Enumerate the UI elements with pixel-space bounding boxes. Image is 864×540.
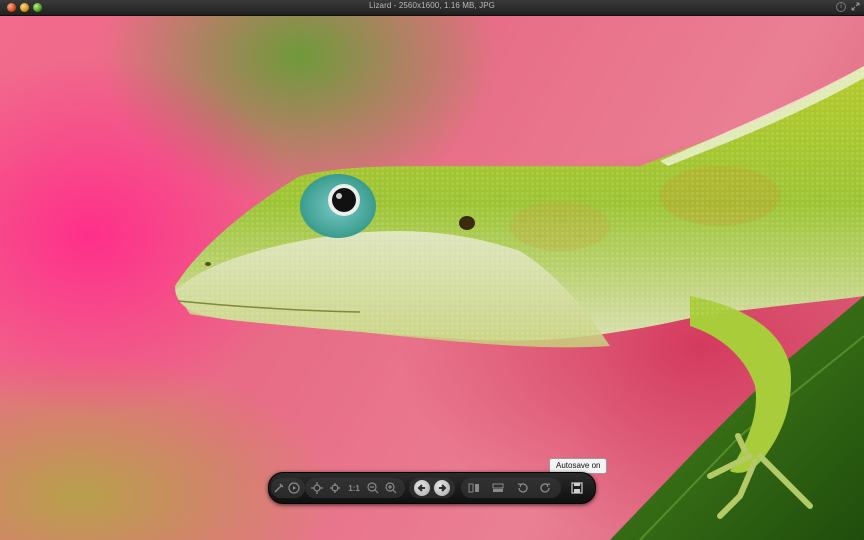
slideshow-play-icon[interactable] — [284, 478, 304, 498]
lizard-photo — [175, 66, 864, 540]
thumbnails-icon[interactable] — [488, 478, 508, 498]
zoom-fill-icon[interactable] — [325, 478, 345, 498]
autosave-icon[interactable] — [567, 478, 587, 498]
window-title: Lizard - 2560x1600, 1.16 MB, JPG — [369, 1, 495, 10]
next-arrow-icon[interactable] — [434, 480, 450, 496]
previous-arrow-icon[interactable] — [414, 480, 430, 496]
actual-size-button[interactable]: 1:1 — [344, 478, 364, 498]
zoom-fit-icon[interactable] — [307, 478, 327, 498]
zoom-out-icon[interactable] — [363, 478, 383, 498]
info-icon[interactable]: i — [836, 2, 846, 12]
fullscreen-icon[interactable] — [850, 2, 860, 12]
side-by-side-icon[interactable] — [464, 478, 484, 498]
rotate-left-icon[interactable] — [512, 478, 532, 498]
rotate-right-icon[interactable] — [536, 478, 556, 498]
viewer-toolbar: 1:1 — [268, 472, 596, 504]
title-bar: Lizard - 2560x1600, 1.16 MB, JPG i — [0, 0, 864, 16]
zoom-in-icon[interactable] — [381, 478, 401, 498]
image-viewport[interactable]: Autosave on 1:1 — [0, 16, 864, 540]
